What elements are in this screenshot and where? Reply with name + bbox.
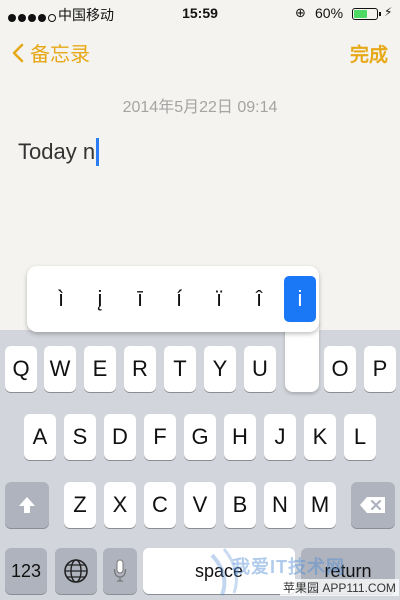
back-button-label: 备忘录 [30,44,90,66]
key-t[interactable]: T [164,346,196,392]
delete-icon [360,497,385,513]
key-h[interactable]: H [224,414,256,460]
key-p[interactable]: P [364,346,396,392]
dictation-key[interactable] [103,548,137,594]
key-e[interactable]: E [84,346,116,392]
globe-icon [64,559,88,583]
text-cursor [96,138,100,166]
accent-option[interactable]: ï [203,276,235,322]
key-m[interactable]: M [304,482,336,528]
key-u[interactable]: U [244,346,276,392]
rotation-lock-icon: ⊕ [295,5,306,20]
key-a[interactable]: A [24,414,56,460]
note-text-area[interactable]: Today n [18,138,100,166]
accent-option[interactable]: ì [45,276,77,322]
key-z[interactable]: Z [64,482,96,528]
delete-key[interactable] [351,482,395,528]
return-key[interactable]: return [301,548,395,594]
navigation-bar: 备忘录 完成 [0,34,400,70]
chevron-left-icon [12,43,24,62]
shift-icon [19,497,35,513]
key-q[interactable]: Q [5,346,37,392]
key-b[interactable]: B [224,482,256,528]
key-n[interactable]: N [264,482,296,528]
key-j[interactable]: J [264,414,296,460]
note-date: 2014年5月22日 09:14 [122,99,278,116]
key-y[interactable]: Y [204,346,236,392]
key-r[interactable]: R [124,346,156,392]
key-c[interactable]: C [144,482,176,528]
back-button[interactable]: 备忘录 [12,38,90,67]
key-k[interactable]: K [304,414,336,460]
done-button[interactable]: 完成 [350,40,388,67]
space-key[interactable]: space [143,548,295,594]
keyboard: Q W E R T Y U O P A S D F G H J K L Z X … [0,330,400,600]
microphone-icon [113,559,127,582]
key-d[interactable]: D [104,414,136,460]
globe-key[interactable] [55,548,97,594]
battery-icon [352,8,381,20]
accent-popup: ì į ī í ï î i [27,266,319,332]
accent-option[interactable]: í [163,276,195,322]
status-bar: 中国移动 15:59 ⊕ 60% ⚡ [0,0,400,28]
accent-option[interactable]: î [243,276,275,322]
key-x[interactable]: X [104,482,136,528]
key-s[interactable]: S [64,414,96,460]
key-f[interactable]: F [144,414,176,460]
accent-option-selected[interactable]: i [284,276,316,322]
accent-option[interactable]: į [84,276,116,322]
shift-key[interactable] [5,482,49,528]
bolt-icon: ⚡ [384,5,393,19]
note-text: Today n [18,139,96,164]
numbers-key[interactable]: 123 [5,548,47,594]
key-g[interactable]: G [184,414,216,460]
key-w[interactable]: W [44,346,76,392]
accent-option[interactable]: ī [124,276,156,322]
key-o[interactable]: O [324,346,356,392]
battery-percent: 60% [315,5,344,21]
key-l[interactable]: L [344,414,376,460]
key-v[interactable]: V [184,482,216,528]
